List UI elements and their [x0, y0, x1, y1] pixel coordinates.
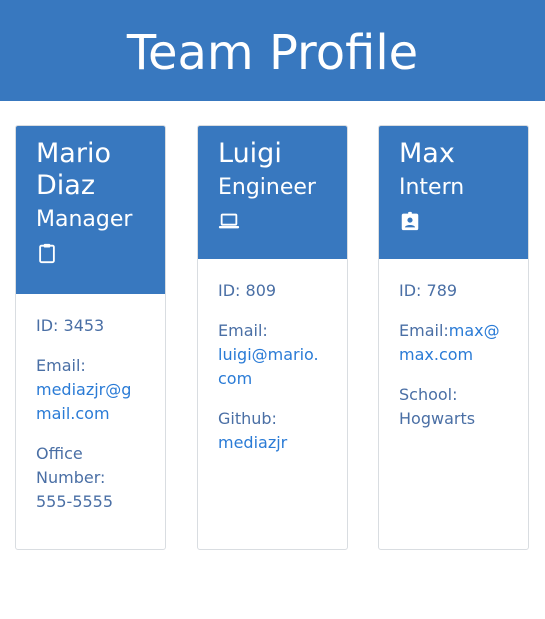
employee-card-intern: Max Intern ID: 789 Email:max@max.com Sch… — [378, 125, 529, 550]
card-header: Mario Diaz Manager — [16, 126, 165, 294]
employee-name: Mario Diaz — [36, 138, 111, 201]
laptop-icon — [218, 213, 240, 229]
card-header: Luigi Engineer — [198, 126, 347, 259]
employee-email: Email: mediazjr@gmail.com — [36, 356, 132, 423]
employee-id: ID: 3453 — [36, 316, 105, 335]
id-badge-icon — [401, 211, 419, 231]
employee-school: School: Hogwarts — [399, 385, 476, 428]
employee-office-number: Office Number: 555-5555 — [36, 444, 114, 511]
card-body: ID: 789 Email:max@max.com School: Hogwart… — [379, 259, 528, 431]
card-body: ID: 3453 Email: mediazjr@gmail.com Office… — [16, 294, 165, 514]
employee-github: Github: mediazjr — [218, 409, 288, 452]
employee-email: Email: luigi@mario.com — [218, 321, 319, 388]
page-title: Team Profile — [126, 24, 419, 81]
card-body: ID: 809 Email: luigi@mario.com Github: med… — [198, 259, 347, 455]
employee-id: ID: 809 — [218, 281, 277, 300]
employee-card-manager: Mario Diaz Manager ID: 3453 Email: mediaz… — [15, 125, 166, 550]
email-link[interactable]: mediazjr@gmail.com — [36, 380, 131, 423]
email-link[interactable]: luigi@mario.com — [218, 345, 319, 388]
employee-role: Intern — [399, 174, 508, 232]
role-label: Engineer — [218, 175, 316, 200]
role-label: Intern — [399, 175, 465, 200]
employee-role: Manager — [36, 206, 145, 264]
employee-name: Luigi — [218, 138, 282, 169]
employee-email: Email:max@max.com — [399, 321, 500, 364]
employee-card-engineer: Luigi Engineer ID: 809 Email: luigi@mario… — [197, 125, 348, 550]
role-label: Manager — [36, 207, 133, 232]
employee-name: Max — [399, 138, 455, 169]
clipboard-icon — [39, 243, 55, 264]
page-header: Team Profile — [0, 0, 545, 101]
employee-id: ID: 789 — [399, 281, 458, 300]
employee-role: Engineer — [218, 174, 327, 232]
card-header: Max Intern — [379, 126, 528, 259]
github-link[interactable]: mediazjr — [218, 433, 287, 452]
